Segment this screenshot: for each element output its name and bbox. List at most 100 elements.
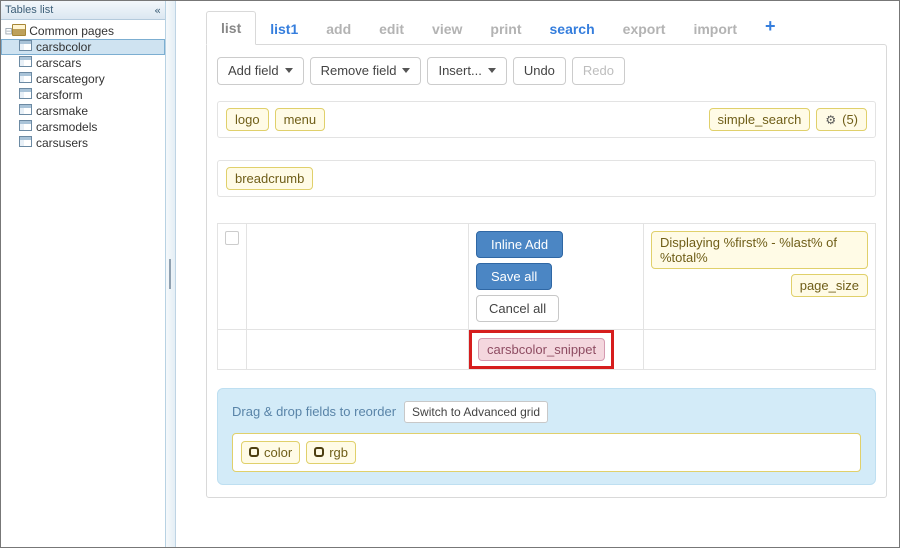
field-label: color: [264, 445, 292, 460]
chevron-down-icon: [402, 68, 410, 73]
tab-label: list1: [270, 21, 298, 37]
button-label: Inline Add: [491, 237, 548, 252]
table-icon: [19, 40, 36, 54]
tab-label: import: [693, 21, 737, 37]
sidebar-item-label: carsbcolor: [36, 40, 91, 54]
button-label: Undo: [524, 63, 555, 79]
sidebar-title: Tables list: [5, 4, 53, 16]
tab-add[interactable]: add: [312, 13, 365, 45]
sidebar-item-common-pages[interactable]: ⊟ Common pages: [1, 23, 165, 39]
field-chip-color[interactable]: color: [241, 441, 300, 464]
tab-export[interactable]: export: [609, 13, 680, 45]
breadcrumb-row: breadcrumb: [217, 160, 876, 197]
sidebar-item-carsmodels[interactable]: carsmodels: [1, 119, 165, 135]
paging-info-widget[interactable]: Displaying %first% - %last% of %total%: [651, 231, 868, 269]
grid-paging-cell: Displaying %first% - %last% of %total% p…: [644, 223, 876, 329]
remove-field-button[interactable]: Remove field: [310, 57, 422, 85]
simple-search-widget[interactable]: simple_search: [709, 108, 811, 131]
sidebar-item-label: Common pages: [29, 24, 114, 38]
table-icon: [19, 120, 36, 134]
page-size-widget[interactable]: page_size: [791, 274, 868, 297]
switch-advanced-grid-button[interactable]: Switch to Advanced grid: [404, 401, 548, 423]
tab-label: list: [221, 20, 241, 36]
undo-button[interactable]: Undo: [513, 57, 566, 85]
settings-count: (5): [842, 112, 858, 127]
snippet-widget[interactable]: carsbcolor_snippet: [478, 338, 605, 361]
button-label: Cancel all: [489, 301, 546, 316]
field-chip-rgb[interactable]: rgb: [306, 441, 356, 464]
tab-label: edit: [379, 21, 404, 37]
sidebar-item-label: carsusers: [36, 136, 88, 150]
sidebar-item-carscars[interactable]: carscars: [1, 55, 165, 71]
chip-label: breadcrumb: [235, 171, 304, 186]
redo-button[interactable]: Redo: [572, 57, 625, 85]
sidebar-splitter[interactable]: [166, 1, 176, 547]
chip-label: logo: [235, 112, 260, 127]
tab-list1[interactable]: list1: [256, 13, 312, 45]
button-label: Add field: [228, 63, 279, 79]
sidebar-item-carsmake[interactable]: carsmake: [1, 103, 165, 119]
tree-expander-icon[interactable]: ⊟: [5, 24, 12, 38]
grid-empty-cell: [218, 329, 247, 369]
snippet-highlight: carsbcolor_snippet: [469, 330, 614, 369]
sidebar-collapse-icon[interactable]: «: [154, 4, 161, 17]
chip-label: Displaying %first% - %last% of %total%: [660, 235, 859, 265]
add-field-button[interactable]: Add field: [217, 57, 304, 85]
tab-import[interactable]: import: [679, 13, 751, 45]
chip-label: simple_search: [718, 112, 802, 127]
chevron-down-icon: [285, 68, 293, 73]
cancel-all-button[interactable]: Cancel all: [476, 295, 559, 322]
toolbar: Add field Remove field Insert... Undo Re…: [217, 57, 876, 85]
required-box-icon: [314, 447, 324, 457]
sidebar-item-carscategory[interactable]: carscategory: [1, 71, 165, 87]
grid-top-row: Inline Add Save all Cancel all Displayin…: [218, 223, 876, 329]
tab-label: export: [623, 21, 666, 37]
grid-actions-cell: Inline Add Save all Cancel all: [469, 223, 644, 329]
breadcrumb-widget[interactable]: breadcrumb: [226, 167, 313, 190]
tab-label: view: [432, 21, 462, 37]
tab-add-new[interactable]: +: [751, 8, 790, 45]
grid-snippet-cell: carsbcolor_snippet: [469, 329, 644, 369]
page-tabs: list list1 add edit view print search ex…: [206, 7, 887, 45]
table-icon: [19, 104, 36, 118]
tab-edit[interactable]: edit: [365, 13, 418, 45]
tab-print[interactable]: print: [476, 13, 535, 45]
sidebar-item-label: carscategory: [36, 72, 105, 86]
tab-search[interactable]: search: [536, 13, 609, 45]
sidebar-item-carsform[interactable]: carsform: [1, 87, 165, 103]
sidebar-item-carsusers[interactable]: carsusers: [1, 135, 165, 151]
tab-label: print: [490, 21, 521, 37]
tab-label: add: [326, 21, 351, 37]
button-label: Switch to Advanced grid: [412, 405, 540, 419]
menu-widget[interactable]: menu: [275, 108, 326, 131]
logo-widget[interactable]: logo: [226, 108, 269, 131]
tab-view[interactable]: view: [418, 13, 476, 45]
plus-icon: +: [765, 16, 776, 36]
sidebar-item-carsbcolor[interactable]: carsbcolor: [1, 39, 165, 55]
insert-button[interactable]: Insert...: [427, 57, 506, 85]
sidebar-item-label: carscars: [36, 56, 81, 70]
gear-icon: [825, 112, 838, 127]
tab-list[interactable]: list: [206, 11, 256, 45]
reorder-hint: Drag & drop fields to reorder: [232, 404, 396, 419]
sidebar-item-label: carsmodels: [36, 120, 97, 134]
grid-layout: Inline Add Save all Cancel all Displayin…: [217, 223, 876, 370]
field-label: rgb: [329, 445, 348, 460]
main-area: list list1 add edit view print search ex…: [176, 1, 899, 547]
select-all-checkbox[interactable]: [225, 231, 239, 245]
sidebar: Tables list « ⊟ Common pages carsbcolor …: [1, 1, 166, 547]
inline-add-button[interactable]: Inline Add: [476, 231, 563, 258]
button-label: Remove field: [321, 63, 397, 79]
grid-snippet-row: carsbcolor_snippet: [218, 329, 876, 369]
sidebar-tree: ⊟ Common pages carsbcolor carscars carsc…: [1, 20, 165, 154]
button-label: Redo: [583, 63, 614, 79]
fields-strip[interactable]: color rgb: [232, 433, 861, 472]
chevron-down-icon: [488, 68, 496, 73]
table-icon: [19, 88, 36, 102]
settings-widget[interactable]: (5): [816, 108, 867, 131]
header-widgets-row: logo menu simple_search (5): [217, 101, 876, 138]
reorder-area: Drag & drop fields to reorder Switch to …: [217, 388, 876, 485]
reorder-header: Drag & drop fields to reorder Switch to …: [232, 401, 861, 423]
save-all-button[interactable]: Save all: [476, 263, 552, 290]
grid-checkbox-cell: [218, 223, 247, 329]
